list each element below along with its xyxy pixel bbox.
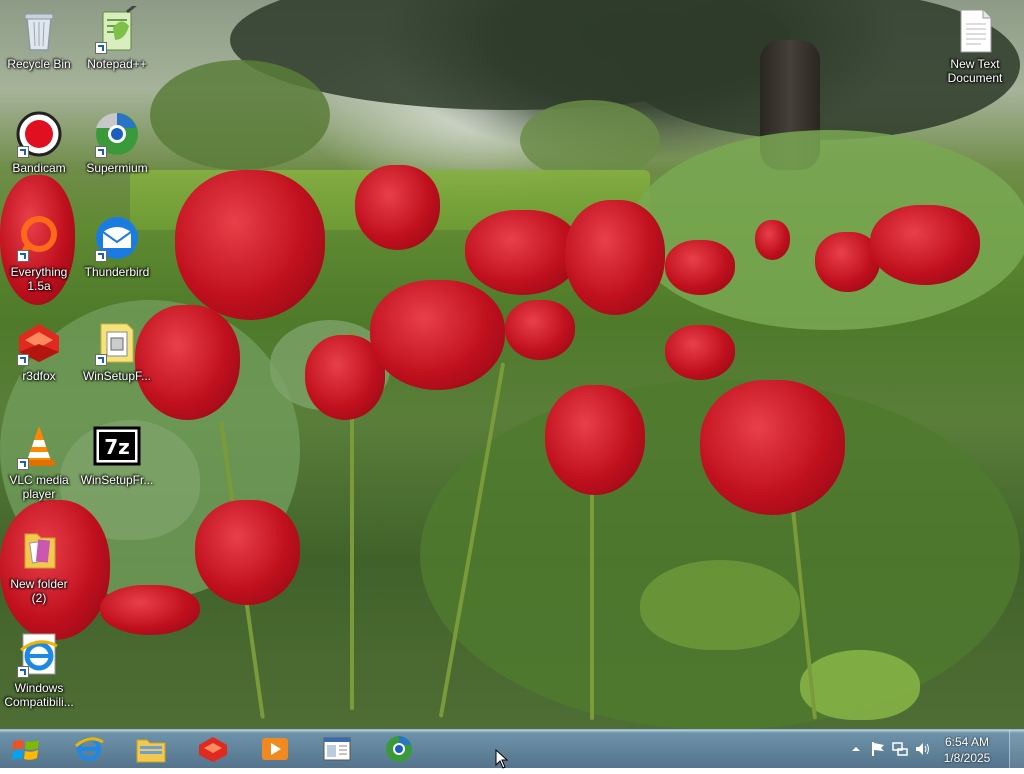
- internet-explorer-icon: [73, 734, 105, 764]
- taskbar-supermium[interactable]: [370, 732, 428, 766]
- icon-label: WinSetupF...: [82, 369, 152, 383]
- folder-icon: [15, 526, 63, 574]
- text-document-icon: [951, 6, 999, 54]
- shortcut-arrow-icon: [17, 458, 29, 470]
- everything-search-icon: [15, 214, 63, 262]
- taskbar: 6:54 AM 1/8/2025: [0, 729, 1024, 769]
- taskbar-r3dfox[interactable]: [184, 732, 242, 766]
- taskbar-window[interactable]: [308, 732, 366, 766]
- bandicam-icon: [15, 110, 63, 158]
- installer-icon: [93, 318, 141, 366]
- r3dfox-icon: [15, 318, 63, 366]
- icon-label: Recycle Bin: [7, 57, 71, 71]
- show-desktop-button[interactable]: [1009, 730, 1024, 769]
- clock[interactable]: 6:54 AM 1/8/2025: [936, 734, 998, 766]
- icon-label: Thunderbird: [84, 265, 150, 279]
- desktop-icon-thunderbird[interactable]: Thunderbird: [77, 214, 157, 279]
- taskbar-file-explorer[interactable]: [122, 732, 180, 766]
- icon-label: Supermium: [86, 161, 148, 175]
- shortcut-arrow-icon: [95, 146, 107, 158]
- clock-date: 1/8/2025: [943, 751, 991, 765]
- clock-time: 6:54 AM: [944, 735, 990, 749]
- taskbar-media-player[interactable]: [246, 732, 304, 766]
- supermium-icon: [93, 110, 141, 158]
- shortcut-arrow-icon: [17, 666, 29, 678]
- vlc-cone-icon: [15, 422, 63, 470]
- recycle-bin-icon: [15, 6, 63, 54]
- desktop-icon-notepad-plus-plus[interactable]: Notepad++: [77, 2, 157, 71]
- desktop-icon-winsetupfr[interactable]: 7z WinSetupFr...: [77, 422, 157, 487]
- desktop-icon-everything[interactable]: Everything 1.5a: [0, 214, 79, 293]
- media-player-icon: [259, 734, 291, 764]
- shortcut-arrow-icon: [17, 250, 29, 262]
- desktop-icon-new-text-document[interactable]: New Text Document: [935, 6, 1015, 85]
- r3dfox-icon: [197, 734, 229, 764]
- desktop-icon-r3dfox[interactable]: r3dfox: [0, 318, 79, 383]
- shortcut-arrow-icon: [95, 250, 107, 262]
- volume-speaker-icon[interactable]: [914, 741, 930, 757]
- desktop-icon-bandicam[interactable]: Bandicam: [0, 110, 79, 175]
- icon-label: Everything 1.5a: [10, 265, 68, 293]
- taskbar-internet-explorer[interactable]: [60, 732, 118, 766]
- icon-label: Notepad++: [87, 57, 147, 71]
- desktop-icon-recycle-bin[interactable]: Recycle Bin: [0, 6, 79, 71]
- mouse-pointer-icon: [495, 748, 509, 769]
- file-explorer-icon: [135, 734, 167, 764]
- start-button[interactable]: [0, 730, 54, 769]
- desktop-icon-supermium[interactable]: Supermium: [77, 110, 157, 175]
- icon-label: Windows Compatibili...: [4, 681, 74, 709]
- thunderbird-icon: [93, 214, 141, 262]
- 7zip-archive-icon: 7z: [93, 422, 141, 470]
- shortcut-arrow-icon: [17, 354, 29, 366]
- notepad-plus-plus-icon: [93, 2, 141, 54]
- icon-label: New Text Document: [947, 57, 1003, 85]
- icon-label: VLC media player: [9, 473, 69, 501]
- icon-label: New folder (2): [10, 577, 68, 605]
- desktop-icon-vlc[interactable]: VLC media player: [0, 422, 79, 501]
- svg-text:7z: 7z: [104, 435, 130, 459]
- shortcut-arrow-icon: [17, 146, 29, 158]
- shortcut-arrow-icon: [95, 354, 107, 366]
- icon-label: WinSetupFr...: [80, 473, 154, 487]
- network-icon[interactable]: [892, 741, 908, 757]
- icon-label: Bandicam: [12, 161, 66, 175]
- supermium-icon: [383, 734, 415, 764]
- desktop[interactable]: Recycle Bin Bandicam Everything 1.5a r3d…: [0, 0, 1024, 729]
- shortcut-arrow-icon: [95, 42, 107, 54]
- action-center-flag-icon[interactable]: [870, 741, 886, 757]
- windows-logo-icon: [10, 735, 42, 765]
- show-hidden-icons-chevron-icon[interactable]: [848, 741, 864, 757]
- system-tray: 6:54 AM 1/8/2025: [834, 730, 1024, 769]
- desktop-icon-windows-compatibility[interactable]: Windows Compatibili...: [0, 630, 79, 709]
- desktop-icon-winsetupf[interactable]: WinSetupF...: [77, 318, 157, 383]
- internet-explorer-icon: [15, 630, 63, 678]
- desktop-icon-new-folder-2[interactable]: New folder (2): [0, 526, 79, 605]
- icon-label: r3dfox: [22, 369, 56, 383]
- window-icon: [321, 734, 353, 764]
